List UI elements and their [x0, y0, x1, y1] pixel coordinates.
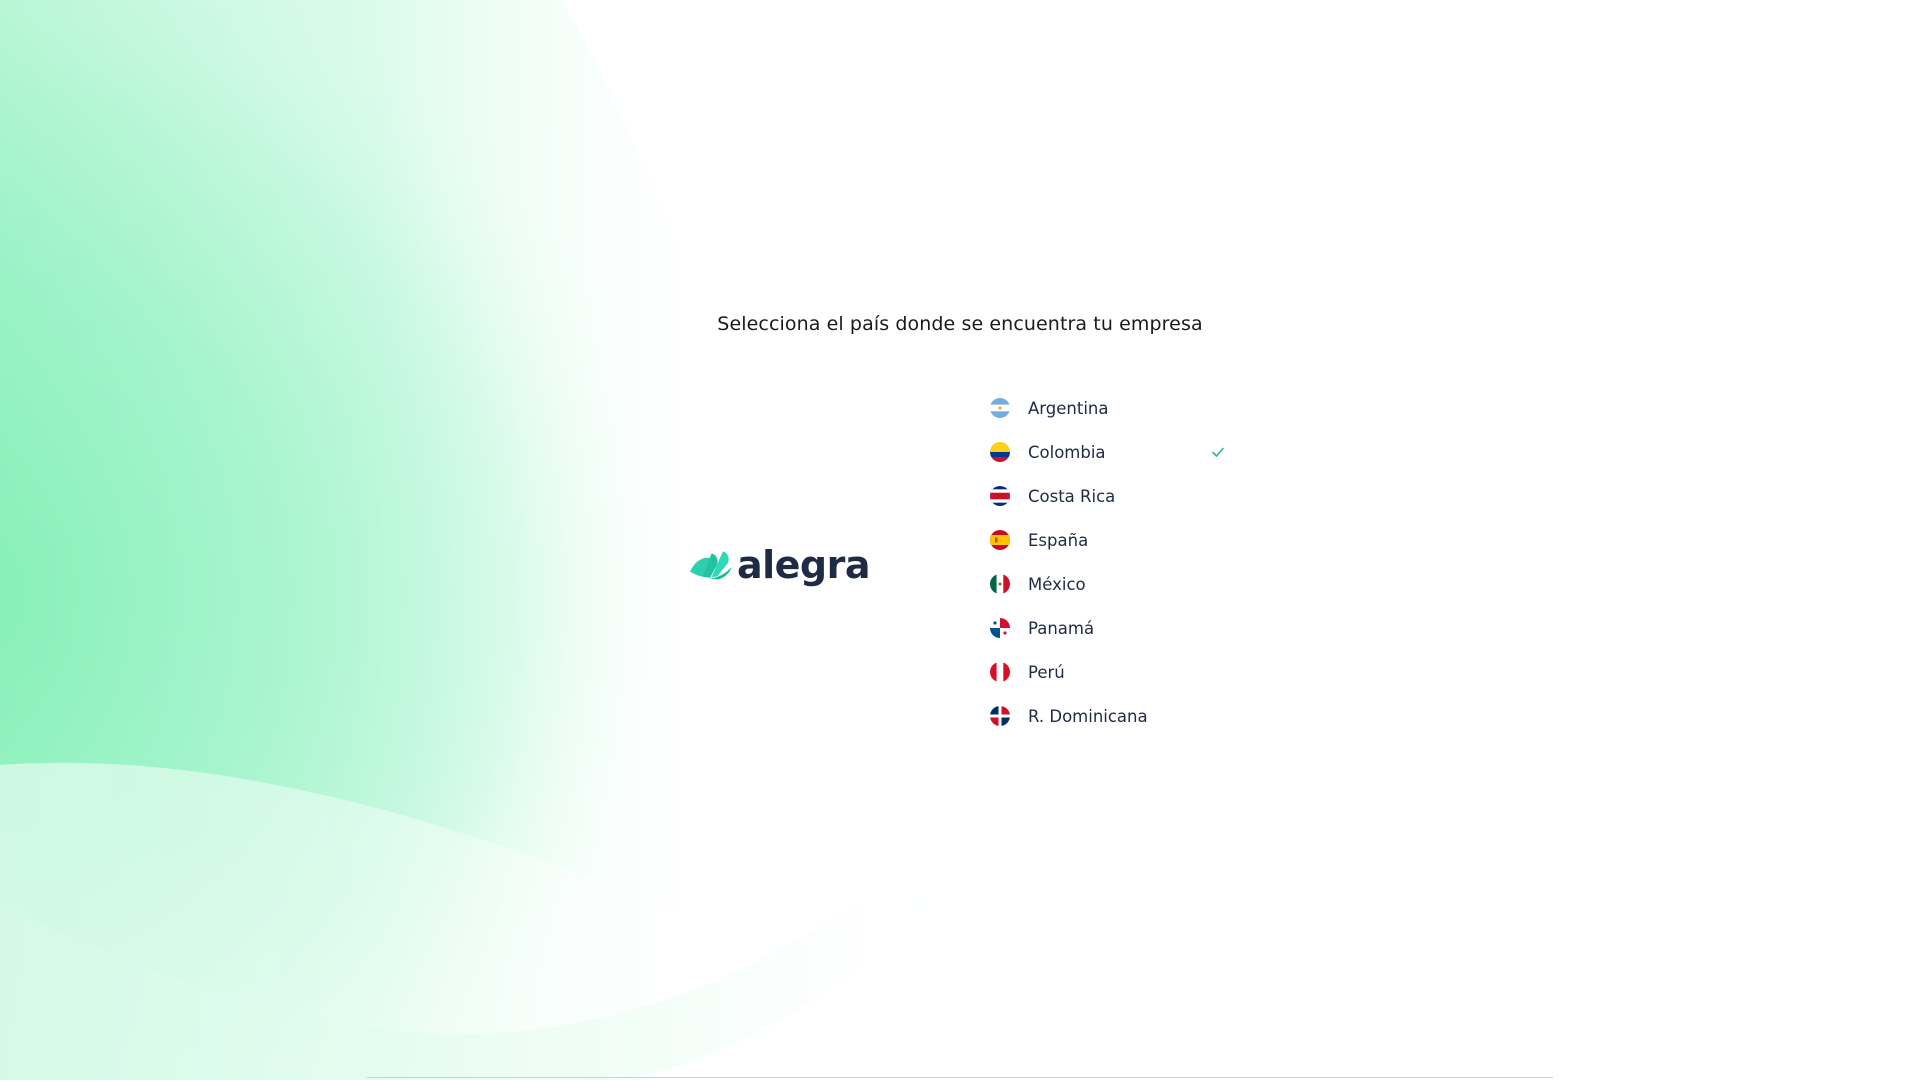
alegra-logo: alegra	[690, 540, 871, 590]
country-option-colombia[interactable]: Colombia	[990, 430, 1230, 474]
country-label: España	[1028, 530, 1089, 550]
country-label: Argentina	[1028, 398, 1109, 418]
country-label: Costa Rica	[1028, 486, 1116, 506]
flag-dominican-republic-icon	[990, 706, 1010, 726]
country-selection-page: Selecciona el país donde se encuentra tu…	[0, 0, 1920, 1080]
page-prompt: Selecciona el país donde se encuentra tu…	[717, 313, 1203, 335]
flag-spain-icon	[990, 530, 1010, 550]
flag-peru-icon	[990, 662, 1010, 682]
check-icon	[1212, 447, 1224, 457]
country-label: R. Dominicana	[1028, 706, 1148, 726]
country-label: México	[1028, 574, 1086, 594]
country-option-peru[interactable]: Perú	[990, 650, 1230, 694]
flag-argentina-icon	[990, 398, 1010, 418]
country-option-spain[interactable]: España	[990, 518, 1230, 562]
country-list: Argentina Colombia Costa Rica España Méx…	[990, 386, 1230, 738]
alegra-leaf-icon	[690, 551, 732, 580]
flag-costa-rica-icon	[990, 486, 1010, 506]
country-option-dominican-republic[interactable]: R. Dominicana	[990, 694, 1230, 738]
country-label: Colombia	[1028, 442, 1106, 462]
country-option-argentina[interactable]: Argentina	[990, 386, 1230, 430]
country-label: Panamá	[1028, 618, 1095, 638]
flag-panama-icon	[990, 618, 1010, 638]
country-option-costa-rica[interactable]: Costa Rica	[990, 474, 1230, 518]
flag-mexico-icon	[990, 574, 1010, 594]
country-option-panama[interactable]: Panamá	[990, 606, 1230, 650]
alegra-wordmark: alegra	[736, 543, 871, 587]
country-label: Perú	[1028, 662, 1065, 682]
flag-colombia-icon	[990, 442, 1010, 462]
country-option-mexico[interactable]: México	[990, 562, 1230, 606]
green-gradient-background	[0, 0, 1920, 1080]
bottom-divider	[367, 1077, 1553, 1078]
